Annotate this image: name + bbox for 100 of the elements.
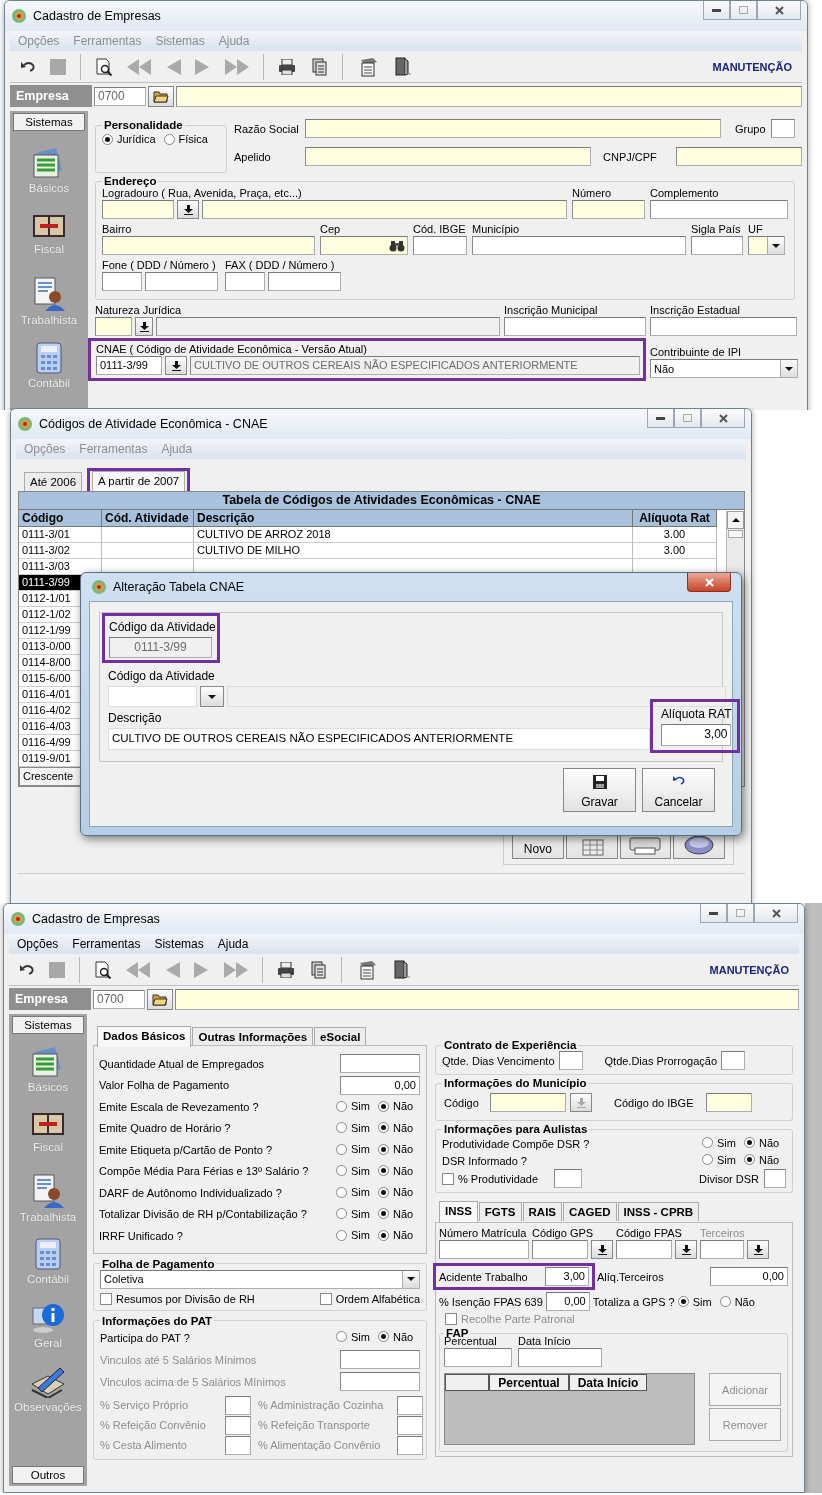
input-field[interactable]: [504, 317, 646, 336]
input-field[interactable]: [225, 1435, 251, 1455]
radio-option[interactable]: Sim: [336, 1164, 370, 1177]
radio-option[interactable]: Não: [744, 1153, 780, 1166]
input-field[interactable]: [102, 200, 174, 219]
dropdown-button[interactable]: [200, 686, 224, 707]
radio-option[interactable]: Não: [378, 1186, 414, 1198]
checkbox[interactable]: % Produtividade: [442, 1172, 539, 1185]
radio-option[interactable]: Sim: [336, 1207, 370, 1220]
radio-option[interactable]: Jurídica: [102, 133, 156, 145]
tab[interactable]: RAIS: [522, 1202, 562, 1221]
input-field[interactable]: [691, 236, 743, 255]
tab[interactable]: A partir de 2007: [92, 471, 186, 492]
input-field[interactable]: [650, 317, 797, 336]
input-field[interactable]: [176, 85, 802, 107]
input-field[interactable]: [518, 1348, 602, 1367]
input-field[interactable]: 0,00: [545, 1292, 590, 1311]
lookup-button[interactable]: [135, 317, 153, 336]
input-field[interactable]: [700, 1240, 744, 1259]
close-button[interactable]: [754, 904, 798, 923]
minimize-button[interactable]: [703, 1, 730, 20]
lookup-button[interactable]: [591, 1240, 613, 1259]
cancel-button[interactable]: Cancelar: [642, 768, 715, 812]
lookup-button[interactable]: [177, 200, 199, 219]
checkbox[interactable]: Resumos por Divisão de RH: [100, 1292, 255, 1305]
radio-option[interactable]: Sim: [677, 1295, 712, 1308]
open-folder-button[interactable]: [147, 988, 173, 1010]
input-field[interactable]: [156, 317, 500, 336]
dropdown-field[interactable]: [748, 236, 785, 255]
input-field[interactable]: [764, 1169, 786, 1188]
input-field[interactable]: [202, 200, 567, 219]
input-field[interactable]: CULTIVO DE OUTROS CEREAIS NÃO ESPECIFICADOS ANTERIORMENTE: [108, 728, 650, 750]
dropdown-field[interactable]: Não: [650, 359, 798, 378]
column-header[interactable]: Percentual: [489, 1374, 569, 1391]
table-cell[interactable]: 0111-3/02: [19, 543, 102, 559]
scroll-thumb[interactable]: [728, 530, 743, 538]
input-field[interactable]: 0700: [93, 989, 145, 1009]
input-field[interactable]: [145, 272, 218, 291]
radio-option[interactable]: Sim: [702, 1153, 736, 1166]
input-field[interactable]: [554, 1169, 583, 1188]
close-button[interactable]: [757, 1, 801, 20]
input-field[interactable]: [340, 1054, 420, 1074]
radio-option[interactable]: Não: [719, 1295, 755, 1308]
tab[interactable]: FGTS: [478, 1202, 522, 1221]
radio-option[interactable]: Sim: [702, 1136, 736, 1149]
radio-option[interactable]: Sim: [336, 1100, 370, 1112]
lookup-button[interactable]: [675, 1240, 697, 1259]
input-field[interactable]: [225, 1415, 251, 1435]
input-field[interactable]: [397, 1435, 423, 1455]
input-field[interactable]: [397, 1395, 423, 1415]
close-button[interactable]: [687, 573, 731, 592]
input-field[interactable]: [102, 236, 315, 255]
scroll-up-button[interactable]: [727, 511, 744, 529]
input-field[interactable]: [225, 1395, 251, 1415]
input-field[interactable]: [397, 1415, 423, 1435]
input-field[interactable]: [305, 147, 591, 166]
column-header[interactable]: Cód. Atividade: [102, 510, 194, 527]
input-field[interactable]: [676, 147, 802, 166]
radio-option[interactable]: Sim: [336, 1330, 370, 1343]
menu-item[interactable]: Opções: [17, 937, 59, 951]
input-field[interactable]: [225, 272, 265, 291]
close-button[interactable]: [701, 409, 745, 428]
input-field[interactable]: [532, 1240, 588, 1259]
column-header[interactable]: Código: [19, 510, 102, 527]
input-field[interactable]: [558, 1051, 583, 1070]
input-field[interactable]: 0,00: [710, 1267, 788, 1286]
input-field[interactable]: [572, 200, 645, 219]
save-button[interactable]: Gravar: [563, 768, 636, 812]
checkbox[interactable]: Ordem Alfabética: [319, 1292, 420, 1305]
lookup-button[interactable]: [165, 356, 187, 375]
open-folder-button[interactable]: [148, 85, 174, 107]
input-field[interactable]: [444, 1348, 512, 1367]
menu-item[interactable]: Sistemas: [154, 937, 204, 951]
input-field[interactable]: [268, 272, 341, 291]
input-field[interactable]: [320, 236, 408, 255]
input-field[interactable]: [770, 119, 795, 138]
radio-option[interactable]: Não: [378, 1164, 414, 1177]
menu-item[interactable]: Ajuda: [217, 937, 249, 951]
input-field[interactable]: [706, 1093, 752, 1112]
input-field[interactable]: [490, 1093, 566, 1112]
menu-item[interactable]: Ferramentas: [72, 937, 141, 951]
table-cell[interactable]: 0111-3/01: [19, 527, 102, 543]
tab[interactable]: Até 2006: [24, 472, 83, 491]
sidebar-header[interactable]: Sistemas: [12, 1016, 84, 1034]
tab[interactable]: Dados Básicos: [97, 1026, 192, 1047]
minimize-button[interactable]: [647, 409, 674, 428]
input-field[interactable]: [439, 1240, 529, 1259]
input-field[interactable]: [413, 236, 467, 255]
radio-option[interactable]: Não: [378, 1229, 414, 1241]
radio-option[interactable]: Não: [378, 1330, 414, 1343]
input-field[interactable]: CULTIVO DE OUTROS CEREAIS NÃO ESPECIFICADOS ANTERIORMENTE: [190, 356, 640, 375]
dropdown-field[interactable]: Coletiva: [100, 1269, 420, 1289]
sidebar-header[interactable]: Sistemas: [13, 113, 85, 131]
radio-option[interactable]: Não: [378, 1143, 414, 1155]
radio-option[interactable]: Física: [163, 133, 208, 145]
input-field[interactable]: [472, 236, 686, 255]
radio-option[interactable]: Não: [378, 1207, 414, 1220]
sort-order-label[interactable]: Crescente: [19, 767, 81, 786]
input-field[interactable]: 0111-3/99: [96, 356, 162, 375]
radio-option[interactable]: Sim: [336, 1143, 370, 1155]
